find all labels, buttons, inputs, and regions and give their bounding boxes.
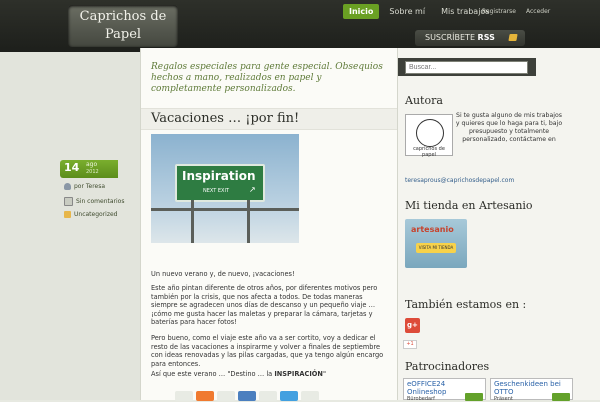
post-last-strong: INSPIRACIÓN — [274, 370, 323, 378]
sign-text: Inspiration — [182, 169, 256, 183]
main-content: Regalos especiales para gente especial. … — [140, 48, 398, 401]
post-category-label[interactable]: Uncategorized — [74, 211, 117, 218]
rss-strong: RSS — [477, 33, 495, 42]
sign-pole — [191, 200, 194, 243]
comment-icon — [64, 197, 73, 206]
post-title[interactable]: Vacaciones … ¡por fin! — [151, 111, 299, 126]
widget-title-tambien: También estamos en : — [405, 298, 527, 311]
post-title-bar: Vacaciones … ¡por fin! — [141, 108, 397, 130]
post-meta-column: 14 ago 2012 por Teresa Sin comentarios U… — [0, 52, 140, 400]
folder-icon — [64, 211, 71, 218]
main-nav: Inicio Sobre mí Mis trabajos — [343, 4, 496, 19]
top-bar: Caprichos de Papel Inicio Sobre mí Mis t… — [0, 0, 600, 52]
user-icon — [64, 183, 71, 190]
post-date-day: 14 — [64, 161, 80, 174]
rss-subscribe-button[interactable]: SUSCRÍBETE RSS — [415, 30, 525, 46]
author-email-link[interactable]: teresaprous@caprichosdepapel.com — [405, 177, 514, 184]
post-date-year: 2012 — [86, 169, 99, 175]
arrow-icon: ↗ — [249, 185, 256, 194]
post-category: Uncategorized — [64, 211, 117, 218]
sidebar: Autora caprichos de papel Si te gusta al… — [398, 48, 600, 402]
widget-title-patrocinadores: Patrocinadores — [405, 360, 490, 373]
post-paragraph: Este año pintan diferente de otros años,… — [151, 284, 378, 327]
sign-frame — [151, 208, 299, 211]
login-link[interactable]: Acceder — [526, 8, 550, 15]
post-last-suffix: " — [322, 370, 326, 378]
artesanio-banner[interactable]: artesanio VISITA MI TIENDA — [405, 219, 467, 268]
sponsor-sub: Bürobedarf — [407, 396, 435, 402]
post-image[interactable]: Inspiration NEXT EXIT ↗ — [151, 134, 299, 243]
rss-label: SUSCRÍBETE — [425, 33, 475, 42]
widget-title-tienda: Mi tienda en Artesanio — [405, 199, 533, 212]
sponsor-sub: Präsent — [494, 396, 513, 402]
author-bio: Si te gusta alguno de mis trabajos y qui… — [455, 112, 563, 143]
search-input[interactable] — [405, 61, 528, 74]
register-link[interactable]: Registrarse — [482, 8, 516, 15]
post-paragraph: Un nuevo verano y, de nuevo, ¡vacaciones… — [151, 270, 295, 278]
google-plus-icon[interactable]: g+ — [405, 318, 420, 333]
sponsor-ad[interactable]: Geschenkideen bei OTTO Präsent — [490, 378, 573, 402]
site-tagline: Regalos especiales para gente especial. … — [151, 62, 383, 94]
plus-one-button[interactable]: +1 — [403, 340, 417, 349]
author-logo-text: caprichos de papel — [413, 146, 445, 158]
sign-pole — [247, 200, 250, 243]
post-date-badge: 14 ago 2012 — [60, 160, 118, 178]
post-comments: Sin comentarios — [64, 197, 124, 206]
nav-item-inicio[interactable]: Inicio — [343, 4, 380, 19]
logo-circle — [416, 119, 444, 147]
post-date-month: ago — [86, 161, 98, 168]
widget-title-autora: Autora — [405, 94, 443, 107]
rss-feed-icon — [508, 34, 518, 41]
post-author-label[interactable]: por Teresa — [74, 183, 105, 190]
post-last-prefix: Así que este verano … "Destino … la — [151, 370, 275, 378]
highway-sign: Inspiration NEXT EXIT ↗ — [175, 164, 265, 202]
sign-subtext: NEXT EXIT — [203, 188, 229, 194]
post-author: por Teresa — [64, 183, 105, 190]
utility-nav: Registrarse Acceder — [482, 8, 550, 15]
nav-item-sobre-mi[interactable]: Sobre mí — [383, 4, 431, 19]
site-logo[interactable]: Caprichos de Papel — [68, 5, 178, 47]
post-comments-label[interactable]: Sin comentarios — [76, 198, 124, 205]
post-paragraph-last: Así que este verano … "Destino … la INSP… — [151, 370, 387, 379]
visit-shop-button: VISITA MI TIENDA — [416, 243, 456, 253]
artesanio-brand: artesanio — [411, 225, 454, 234]
sponsor-ad[interactable]: eOFFICE24 Onlineshop Bürobedarf — [403, 378, 486, 402]
author-logo-image[interactable]: caprichos de papel — [405, 114, 453, 158]
post-paragraph: Pero bueno, como el viaje este año va a … — [151, 334, 384, 368]
